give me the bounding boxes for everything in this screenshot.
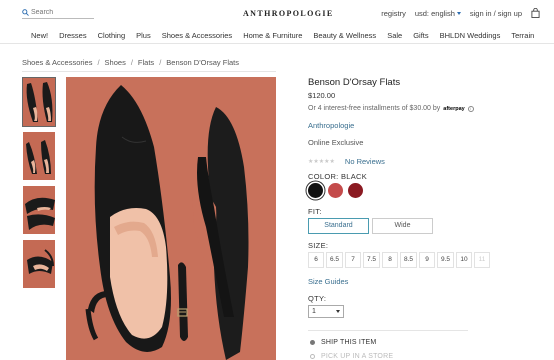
- search-box[interactable]: [22, 6, 94, 19]
- registry-link[interactable]: registry: [381, 9, 406, 18]
- utility-links: registry usd: english sign in / sign up: [381, 8, 540, 18]
- nav-item[interactable]: Plus: [136, 31, 151, 40]
- size-option[interactable]: 7: [345, 252, 361, 268]
- nav-item[interactable]: Shoes & Accessories: [162, 31, 232, 40]
- breadcrumb-separator: /: [159, 58, 162, 67]
- thumbnail-1[interactable]: [22, 77, 56, 127]
- radio-selected-icon: [310, 340, 315, 345]
- chevron-down-icon: [456, 11, 461, 15]
- divider: [308, 330, 468, 331]
- chevron-down-icon: [336, 310, 340, 313]
- site-logo[interactable]: ANTHROPOLOGIE: [243, 9, 334, 18]
- currency-selector[interactable]: usd: english: [415, 9, 461, 18]
- size-option[interactable]: 9.5: [437, 252, 454, 268]
- radio-icon: [310, 354, 315, 359]
- color-label: COLOR: BLACK: [308, 172, 367, 181]
- shopping-bag-icon[interactable]: [531, 8, 540, 18]
- fit-wide-button[interactable]: Wide: [372, 218, 433, 234]
- product-details: Benson D'Orsay Flats $120.00 Or 4 intere…: [308, 77, 508, 360]
- pickup-option[interactable]: PICK UP IN A STORE: [310, 353, 393, 360]
- info-icon[interactable]: i: [467, 105, 474, 112]
- brand-link[interactable]: Anthropologie: [308, 121, 508, 130]
- product-image[interactable]: [66, 77, 276, 360]
- size-option[interactable]: 8.5: [400, 252, 417, 268]
- nav-item[interactable]: Dresses: [59, 31, 87, 40]
- breadcrumb-separator: /: [97, 58, 100, 67]
- ship-option-label: SHIP THIS ITEM: [321, 339, 377, 346]
- thumbnail-3[interactable]: [22, 185, 56, 235]
- qty-value: 1: [312, 308, 316, 315]
- size-option[interactable]: 9: [419, 252, 435, 268]
- color-swatches: [308, 183, 363, 198]
- nav-item[interactable]: Clothing: [98, 31, 126, 40]
- size-options: 6 6.5 7 7.5 8 8.5 9 9.5 10 11: [308, 252, 490, 268]
- product-photo: [85, 85, 249, 360]
- rating-stars: ★★★★★: [308, 159, 335, 165]
- ship-option[interactable]: SHIP THIS ITEM: [310, 339, 376, 346]
- thumbnail-2[interactable]: [22, 131, 56, 181]
- nav-item[interactable]: Terrain: [511, 31, 534, 40]
- size-option[interactable]: 6.5: [326, 252, 343, 268]
- nav-item[interactable]: New!: [31, 31, 48, 40]
- size-guides-link[interactable]: Size Guides: [308, 277, 348, 286]
- nav-item[interactable]: Sale: [387, 31, 402, 40]
- reviews-link[interactable]: No Reviews: [345, 157, 385, 166]
- fit-standard-button[interactable]: Standard: [308, 218, 369, 234]
- breadcrumb: Shoes & Accessories / Shoes / Flats / Be…: [22, 58, 239, 67]
- fit-options: Standard Wide: [308, 218, 433, 234]
- sign-in-link[interactable]: sign in / sign up: [470, 9, 522, 18]
- thumbnail-list: [22, 77, 58, 293]
- color-swatch-black[interactable]: [308, 183, 323, 198]
- thumbnail-4[interactable]: [22, 239, 56, 289]
- breadcrumb-separator: /: [130, 58, 133, 67]
- breadcrumb-item[interactable]: Flats: [138, 58, 154, 67]
- search-icon: [22, 8, 29, 16]
- fit-label: FIT:: [308, 207, 322, 216]
- size-option[interactable]: 10: [456, 252, 472, 268]
- nav-item[interactable]: BHLDN Weddings: [440, 31, 501, 40]
- nav-item[interactable]: Beauty & Wellness: [313, 31, 376, 40]
- color-swatch-red[interactable]: [328, 183, 343, 198]
- size-option[interactable]: 6: [308, 252, 324, 268]
- divider: [22, 71, 276, 72]
- breadcrumb-current: Benson D'Orsay Flats: [166, 58, 239, 67]
- size-label: SIZE:: [308, 241, 329, 250]
- color-selected: BLACK: [340, 172, 368, 181]
- reviews-row: ★★★★★ No Reviews: [308, 157, 508, 166]
- nav-item[interactable]: Home & Furniture: [243, 31, 302, 40]
- qty-label: QTY:: [308, 294, 327, 303]
- qty-select[interactable]: 1: [308, 305, 344, 318]
- search-input[interactable]: [31, 8, 91, 16]
- main-nav: New! Dresses Clothing Plus Shoes & Accessori…: [0, 28, 554, 44]
- top-bar: ANTHROPOLOGIE registry usd: english sign…: [0, 0, 554, 26]
- color-swatch-burgundy[interactable]: [348, 183, 363, 198]
- breadcrumb-item[interactable]: Shoes & Accessories: [22, 58, 92, 67]
- product-title: Benson D'Orsay Flats: [308, 77, 401, 88]
- afterpay-logo: afterpay: [443, 105, 465, 112]
- availability-text: Online Exclusive: [308, 138, 364, 147]
- size-option[interactable]: 11: [474, 252, 490, 268]
- color-label-text: COLOR:: [308, 172, 339, 181]
- currency-label: usd: english: [414, 8, 455, 18]
- product-price: $120.00: [308, 91, 336, 100]
- pickup-option-label: PICK UP IN A STORE: [321, 353, 394, 360]
- installments-label: Or 4 interest-free installments of $30.0…: [308, 105, 441, 112]
- breadcrumb-item[interactable]: Shoes: [105, 58, 126, 67]
- size-option[interactable]: 8: [382, 252, 398, 268]
- installments-text: Or 4 interest-free installments of $30.0…: [308, 105, 508, 112]
- size-option[interactable]: 7.5: [363, 252, 380, 268]
- nav-item[interactable]: Gifts: [413, 31, 428, 40]
